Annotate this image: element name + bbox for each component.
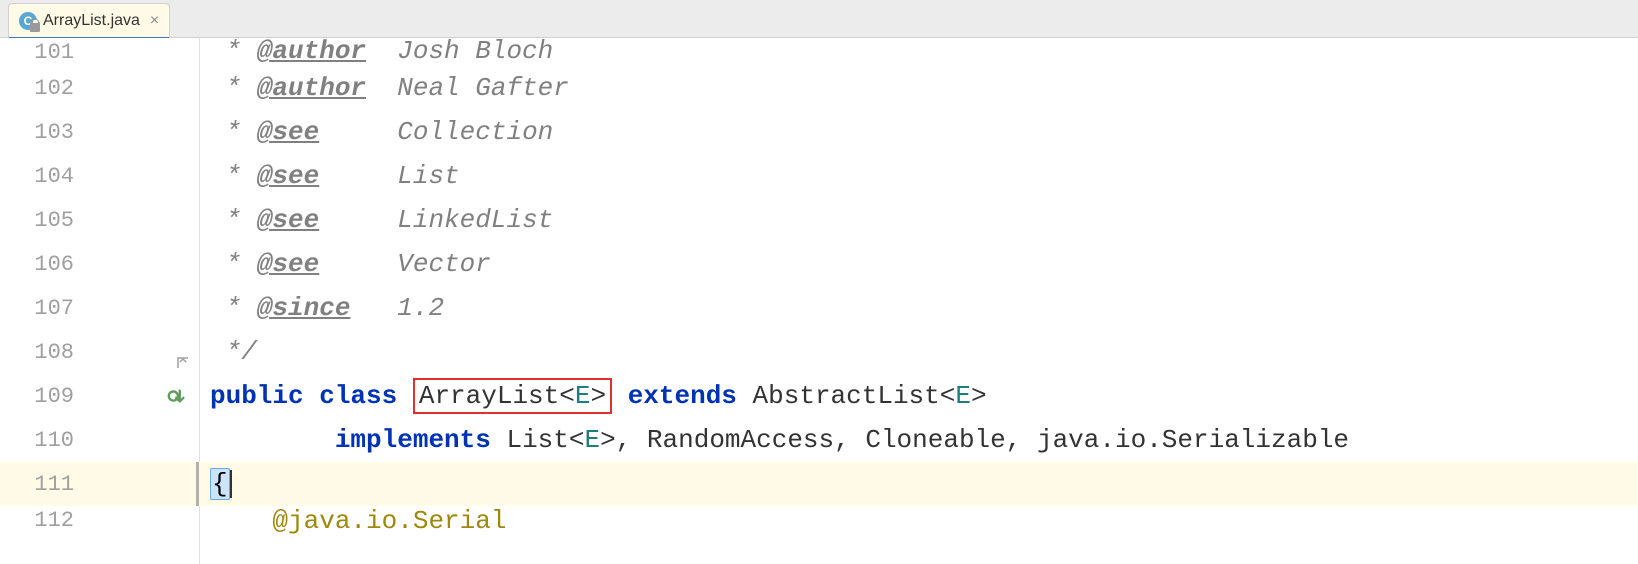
- fold-end-icon[interactable]: [176, 356, 190, 370]
- line-number[interactable]: 107: [0, 296, 74, 321]
- gutter-icons: [74, 110, 188, 154]
- gutter: 101 102 103 104 105 106 107 108 109 110 111 112: [0, 38, 200, 564]
- editor-area[interactable]: 101 102 103 104 105 106 107 108 109 110 111 112 * @…: [0, 38, 1638, 564]
- gutter-icons: [74, 330, 188, 374]
- line-number[interactable]: 106: [0, 252, 74, 277]
- code-line[interactable]: * @author Josh Bloch: [200, 38, 1638, 66]
- gutter-icons: [74, 374, 188, 418]
- code-line[interactable]: * @author Neal Gafter: [200, 66, 1638, 110]
- code-line[interactable]: public class ArrayList<E> extends Abstra…: [200, 374, 1638, 418]
- editor-tab[interactable]: C ArrayList.java ×: [8, 3, 170, 37]
- gutter-icons: [74, 242, 188, 286]
- line-number[interactable]: 105: [0, 208, 74, 233]
- code-line[interactable]: * @since 1.2: [200, 286, 1638, 330]
- line-number[interactable]: 109: [0, 384, 74, 409]
- line-number[interactable]: 111: [0, 472, 74, 497]
- gutter-icons: [74, 38, 188, 66]
- code-area[interactable]: * @author Josh Bloch * @author Neal Gaft…: [200, 38, 1638, 564]
- gutter-row: 109: [0, 374, 200, 418]
- code-line[interactable]: * @see Collection: [200, 110, 1638, 154]
- tab-bar: C ArrayList.java ×: [0, 0, 1638, 38]
- line-number[interactable]: 108: [0, 340, 74, 365]
- line-number[interactable]: 110: [0, 428, 74, 453]
- code-line[interactable]: implements List<E>, RandomAccess, Clonea…: [200, 418, 1638, 462]
- code-line[interactable]: * @see Vector: [200, 242, 1638, 286]
- tab-label: ArrayList.java: [43, 12, 140, 30]
- code-line[interactable]: * @see List: [200, 154, 1638, 198]
- gutter-icons: [74, 506, 188, 534]
- code-line[interactable]: */: [200, 330, 1638, 374]
- line-number[interactable]: 103: [0, 120, 74, 145]
- line-number[interactable]: 101: [0, 40, 74, 65]
- gutter-icons: [74, 66, 188, 110]
- line-number[interactable]: 104: [0, 164, 74, 189]
- gutter-row: 112: [0, 506, 200, 534]
- line-number[interactable]: 102: [0, 76, 74, 101]
- gutter-icons: [74, 462, 188, 506]
- line-number[interactable]: 112: [0, 508, 74, 533]
- lock-icon: [30, 22, 40, 32]
- gutter-row: 101: [0, 38, 200, 66]
- gutter-row: 107: [0, 286, 200, 330]
- gutter-icons: [74, 154, 188, 198]
- code-line[interactable]: * @see LinkedList: [200, 198, 1638, 242]
- gutter-row: 108: [0, 330, 200, 374]
- gutter-icons: [74, 286, 188, 330]
- gutter-icons: [74, 198, 188, 242]
- gutter-row: 105: [0, 198, 200, 242]
- gutter-row: 104: [0, 154, 200, 198]
- gutter-row: 111: [0, 462, 200, 506]
- code-line[interactable]: {: [200, 462, 1638, 506]
- class-file-icon: C: [19, 12, 37, 30]
- close-icon[interactable]: ×: [150, 13, 159, 29]
- gutter-icons: [74, 418, 188, 462]
- gutter-row: 102: [0, 66, 200, 110]
- gutter-row: 110: [0, 418, 200, 462]
- override-icon[interactable]: [166, 385, 188, 407]
- fold-line-marker[interactable]: [196, 462, 199, 506]
- code-line[interactable]: @java.io.Serial: [200, 506, 1638, 534]
- gutter-row: 106: [0, 242, 200, 286]
- gutter-row: 103: [0, 110, 200, 154]
